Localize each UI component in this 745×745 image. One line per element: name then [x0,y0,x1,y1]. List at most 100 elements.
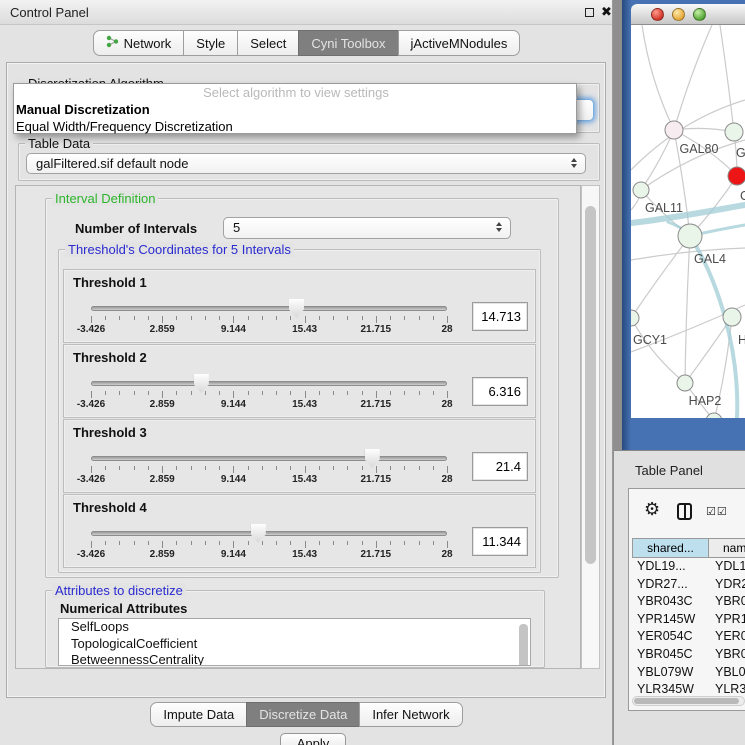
network-edge[interactable] [720,25,734,132]
network-edge[interactable] [674,25,712,130]
network-edge[interactable] [685,317,732,383]
threshold-value-field[interactable]: 21.4 [472,452,528,481]
table-body: YDL19...YDL19YDR27...YDR27YBR043CYBR043C… [632,559,745,694]
table-row[interactable]: YDR27...YDR27 [632,577,745,595]
network-node-H[interactable] [723,308,741,326]
network-edge[interactable] [641,130,674,190]
network-edge[interactable] [631,318,685,383]
table-panel-box: ⚙ ☑☑ shared... name YDL19...YDL19YDR27..… [628,488,745,711]
dropdown-option-equal-width-frequency[interactable]: Equal Width/Frequency Discretization [14,118,576,135]
tick-label: 2.859 [137,399,187,410]
table-row[interactable]: YDL19...YDL19 [632,559,745,577]
slider-track[interactable] [91,306,447,311]
minimize-traffic-light-icon[interactable] [672,8,685,21]
tick-label: 28 [422,324,472,335]
settings-vertical-scrollbar[interactable] [581,185,600,669]
tick-label: 15.43 [280,474,330,485]
control-panel-titlebar: Control Panel ✖ [0,0,612,25]
table-panel: Table Panel ⚙ ☑☑ shared... name YDL19...… [614,450,745,745]
slider-track[interactable] [91,531,447,536]
table-data-selected: galFiltered.sif default node [36,156,188,171]
table-row[interactable]: YER054CYER054C [632,629,745,647]
columns-icon[interactable] [677,503,692,520]
threshold-list: Threshold 1 -3.4262.8599.14415.4321.7152… [63,269,536,569]
threshold-value-field[interactable]: 6.316 [472,377,528,406]
apply-button[interactable]: Apply [280,733,347,745]
dropdown-option-manual-discretization[interactable]: Manual Discretization [14,101,576,118]
attribute-item[interactable]: BetweennessCentrality [59,652,530,666]
attributes-list-scrollbar[interactable] [519,624,528,666]
zoom-traffic-light-icon[interactable] [693,8,706,21]
threshold-block: Threshold 3 -3.4262.8599.14415.4321.7152… [63,419,536,493]
slider-track[interactable] [91,381,447,386]
gear-icon[interactable]: ⚙ [644,499,660,520]
tick-label: 21.715 [351,474,401,485]
thresholds-group-title: Threshold's Coordinates for 5 Intervals [65,242,294,257]
tick-label: 2.859 [137,549,187,560]
numerical-attributes-label: Numerical Attributes [60,601,187,616]
table-row[interactable]: YBR043CYBR043C [632,594,745,612]
attribute-item[interactable]: SelfLoops [59,619,530,636]
column-header-name[interactable]: name [708,538,745,558]
tab-jactivemnodules[interactable]: jActiveMNodules [398,30,521,56]
float-window-icon[interactable] [585,8,594,17]
network-window-titlebar [631,4,745,25]
network-edge[interactable] [631,236,690,318]
network-node-HAP2[interactable] [677,375,693,391]
tick-label: 9.144 [208,399,258,410]
number-of-intervals-label: Number of Intervals [75,221,197,236]
table-row[interactable]: YPR145WYPR145W [632,612,745,630]
attribute-item[interactable]: TopologicalCoefficient [59,636,530,653]
network-node-GAL11[interactable] [633,182,649,198]
table-horizontal-scrollbar[interactable] [632,696,745,706]
number-of-intervals-spinner[interactable]: 5 [223,217,511,239]
numerical-attributes-list[interactable]: SelfLoopsTopologicalCoefficientBetweenne… [58,618,531,666]
top-tab-bar: NetworkStyleSelectCyni ToolboxjActiveMNo… [0,30,613,56]
close-icon[interactable]: ✖ [601,4,612,20]
cell-shared-name: YPR145W [632,612,709,630]
tick-label: 9.144 [208,324,258,335]
network-canvas[interactable]: GAL80GACGAL11GAL4GCY1HHAP2 [631,25,745,418]
threshold-value-field[interactable]: 14.713 [472,302,528,331]
tab-label: Impute Data [163,707,234,722]
select-columns-icon[interactable]: ☑☑ [706,505,728,518]
network-node-GAL80[interactable] [665,121,683,139]
tick-label: 15.43 [280,549,330,560]
table-row[interactable]: YLR345WYLR345W [632,682,745,694]
tab-style[interactable]: Style [183,30,238,56]
network-node-GCY1[interactable] [631,310,639,326]
network-node-GA[interactable] [725,123,743,141]
tab-discretize-data[interactable]: Discretize Data [246,702,360,727]
control-panel: Control Panel ✖ NetworkStyleSelectCyni T… [0,0,613,745]
tab-select[interactable]: Select [237,30,299,56]
cell-shared-name: YBR045C [632,647,709,665]
interval-definition-group-title: Interval Definition [52,191,158,206]
close-traffic-light-icon[interactable] [651,8,664,21]
column-header-shared-name[interactable]: shared... [632,538,709,558]
scrollbar-thumb[interactable] [585,206,596,564]
network-edge[interactable] [685,236,690,383]
network-icon [106,35,119,51]
network-node-label: GAL11 [645,201,683,215]
tab-infer-network[interactable]: Infer Network [359,702,462,727]
tick-label: 2.859 [137,474,187,485]
table-row[interactable]: YBR045CYBR045C [632,647,745,665]
table-data-group-title: Table Data [25,136,93,151]
network-edge[interactable] [631,248,745,260]
threshold-value-field[interactable]: 11.344 [472,527,528,556]
network-edge[interactable] [642,25,674,130]
network-node-GAL4[interactable] [678,224,702,248]
tab-label: Infer Network [372,707,449,722]
hscroll-thumb[interactable] [634,698,739,704]
tab-cyni-toolbox[interactable]: Cyni Toolbox [298,30,398,56]
tab-network[interactable]: Network [93,30,185,56]
table-row[interactable]: YBL079WYBL079W [632,665,745,683]
tab-impute-data[interactable]: Impute Data [150,702,247,727]
tick-label: 15.43 [280,324,330,335]
tick-label: -3.426 [66,399,116,410]
settings-scroll-area: Interval Definition Number of Intervals … [15,185,581,669]
table-data-combobox[interactable]: galFiltered.sif default node [26,153,586,174]
network-node-C-red[interactable] [728,167,745,185]
dropdown-placeholder[interactable]: Select algorithm to view settings [14,84,576,101]
slider-track[interactable] [91,456,447,461]
